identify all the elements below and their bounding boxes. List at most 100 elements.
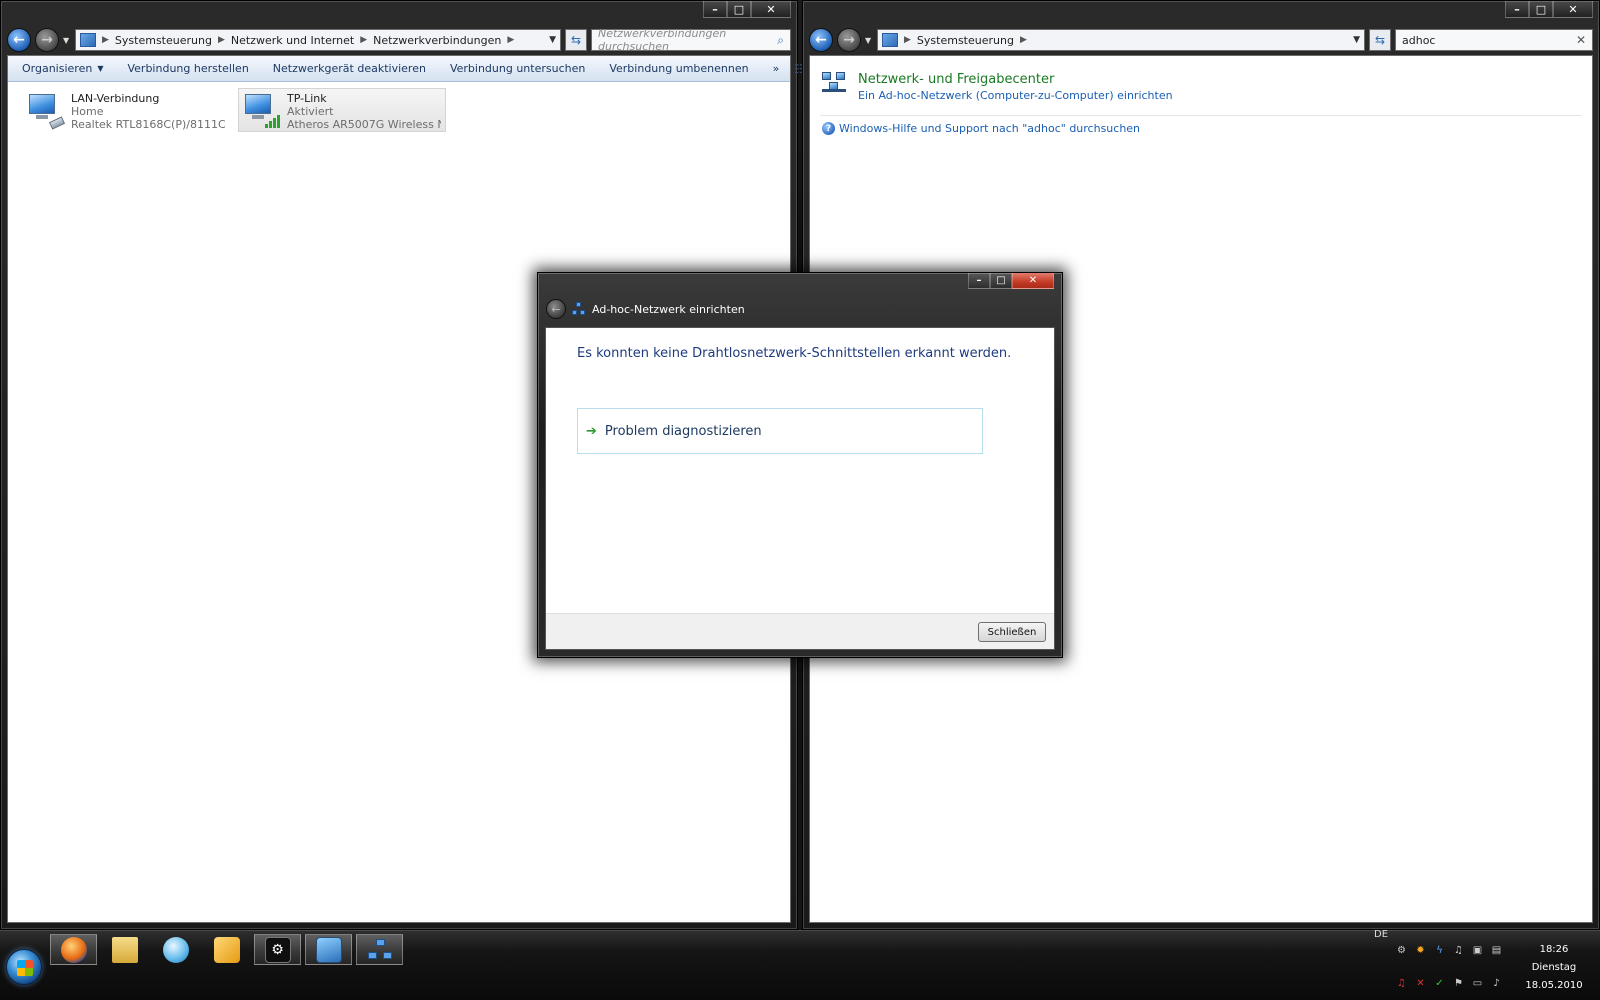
- refresh-button[interactable]: ⇆: [1369, 29, 1391, 51]
- minimize-button[interactable]: –: [968, 273, 990, 289]
- taskbar: ⚙ DE ⚙ ✹ ϟ ♫ ▣ ▤ ♫ ✕ ✓ ⚑ ▭ ♪ 18:26 Diens…: [0, 929, 1600, 1000]
- green-arrow-icon: ➔: [586, 423, 597, 439]
- taskbar-outlook[interactable]: [203, 934, 250, 965]
- close-button[interactable]: ✕: [751, 1, 791, 18]
- navigation-bar: ← → ▼ ▶ Systemsteuerung ▶ Netzwerk und I…: [7, 25, 791, 55]
- connect-button[interactable]: Verbindung herstellen: [115, 56, 260, 82]
- forward-arrow-icon: →: [41, 32, 53, 48]
- shield-tray-icon[interactable]: ✓: [1433, 977, 1446, 990]
- window-caption-buttons: – □ ✕: [1505, 1, 1593, 19]
- maximize-button[interactable]: □: [990, 273, 1012, 289]
- forward-button[interactable]: →: [837, 28, 861, 52]
- taskbar-control-panel[interactable]: [305, 934, 352, 965]
- control-panel-icon: [315, 936, 342, 963]
- address-dropdown-icon[interactable]: ▼: [549, 35, 556, 45]
- back-button[interactable]: ←: [7, 28, 31, 52]
- recent-pages-dropdown[interactable]: ▼: [865, 36, 873, 45]
- maximize-button[interactable]: □: [727, 1, 751, 18]
- connection-name: LAN-Verbindung: [71, 92, 160, 105]
- window-caption-buttons: – □ ✕: [703, 1, 791, 19]
- address-bar[interactable]: ▶ Systemsteuerung ▶ Netzwerk und Interne…: [75, 29, 561, 51]
- steam-tray-icon[interactable]: ⚙: [1395, 944, 1408, 957]
- refresh-button[interactable]: ⇆: [565, 29, 587, 51]
- forward-button[interactable]: →: [35, 28, 59, 52]
- breadcrumb-systemsteuerung[interactable]: Systemsteuerung: [917, 34, 1014, 47]
- breadcrumb-separator-icon: ▶: [102, 35, 109, 45]
- result-title-link[interactable]: Netzwerk- und Freigabecenter: [858, 72, 1173, 88]
- diagnose-connection-button[interactable]: Verbindung untersuchen: [438, 56, 597, 82]
- network-sharing-center-icon: [822, 72, 848, 98]
- command-bar: Organisieren ▼ Verbindung herstellen Netz…: [8, 56, 891, 82]
- breadcrumb-separator-icon: ▶: [1019, 35, 1027, 45]
- clock-time: 18:26: [1539, 944, 1569, 955]
- breadcrumb-separator-icon: ▶: [507, 35, 515, 45]
- back-arrow-icon: ←: [815, 32, 827, 48]
- adhoc-network-dialog: – □ ✕ ← Ad-hoc-Netzwerk einrichten Es ko…: [537, 272, 1063, 658]
- dialog-caption-buttons: – □ ✕: [968, 273, 1054, 291]
- outlook-icon: [213, 936, 240, 963]
- taskbar-itunes[interactable]: [152, 934, 199, 965]
- minimize-button[interactable]: –: [703, 1, 727, 18]
- volume-tray-icon[interactable]: ♪: [1490, 977, 1503, 990]
- taskbar-network[interactable]: [356, 934, 403, 965]
- device-tray-icon[interactable]: ▣: [1471, 944, 1484, 957]
- breadcrumb-netzwerk-und-internet[interactable]: Netzwerk und Internet: [231, 34, 354, 47]
- taskbar-steam[interactable]: ⚙: [254, 934, 301, 965]
- dialog-back-button[interactable]: ←: [546, 299, 566, 319]
- breadcrumb-systemsteuerung[interactable]: Systemsteuerung: [115, 34, 212, 47]
- minimize-button[interactable]: –: [1505, 1, 1529, 18]
- taskbar-apps: ⚙: [50, 934, 403, 965]
- address-bar[interactable]: ▶ Systemsteuerung ▶ ▼: [877, 29, 1365, 51]
- more-commands-button[interactable]: »: [761, 56, 792, 82]
- connection-lan[interactable]: LAN-Verbindung Home Realtek RTL8168C(P)/…: [22, 88, 230, 132]
- clear-search-icon[interactable]: ✕: [1576, 33, 1586, 47]
- network-icon: [367, 937, 393, 963]
- network-tray-icon[interactable]: ▭: [1471, 977, 1484, 990]
- start-button[interactable]: [6, 949, 42, 985]
- close-button[interactable]: ✕: [1012, 273, 1054, 289]
- back-arrow-icon: ←: [551, 302, 561, 316]
- connection-name: TP-Link: [287, 92, 327, 105]
- search-input[interactable]: adhoc ✕: [1395, 29, 1593, 51]
- flag-tray-icon[interactable]: ⚑: [1452, 977, 1465, 990]
- system-tray-row-2: ♫ ✕ ✓ ⚑ ▭ ♪: [1395, 977, 1503, 990]
- back-button[interactable]: ←: [809, 28, 833, 52]
- organize-menu[interactable]: Organisieren ▼: [16, 56, 115, 82]
- schliessen-button[interactable]: Schließen: [978, 622, 1046, 642]
- lightning-tray-icon[interactable]: ϟ: [1433, 944, 1446, 957]
- calendar-tray-icon[interactable]: ✕: [1414, 977, 1427, 990]
- recent-pages-dropdown[interactable]: ▼: [63, 36, 71, 45]
- maximize-button[interactable]: □: [1529, 1, 1553, 18]
- language-indicator[interactable]: DE: [1374, 929, 1388, 940]
- refresh-icon: ⇆: [1374, 33, 1386, 47]
- sun-tray-icon[interactable]: ✹: [1414, 944, 1427, 957]
- network-icon: [572, 302, 586, 316]
- control-panel-icon: [882, 33, 898, 47]
- search-icon[interactable]: ⌕: [777, 33, 784, 48]
- diagnose-problem-option[interactable]: ➔ Problem diagnostizieren: [577, 408, 983, 454]
- connection-tp-link[interactable]: TP-Link Aktiviert Atheros AR5007G Wirele…: [238, 88, 446, 132]
- music-tray-icon[interactable]: ♫: [1452, 944, 1465, 957]
- disable-device-button[interactable]: Netzwerkgerät deaktivieren: [261, 56, 438, 82]
- connection-device: Atheros AR5007G Wireless Netwo...: [287, 118, 441, 131]
- dialog-header: ← Ad-hoc-Netzwerk einrichten: [546, 297, 1054, 321]
- firefox-icon: [60, 936, 87, 963]
- headset-tray-icon[interactable]: ♫: [1395, 977, 1408, 990]
- back-arrow-icon: ←: [13, 32, 25, 48]
- monitor-tray-icon[interactable]: ▤: [1490, 944, 1503, 957]
- adhoc-setup-link[interactable]: Ein Ad-hoc-Netzwerk (Computer-zu-Compute…: [858, 88, 1173, 103]
- taskbar-explorer[interactable]: [101, 934, 148, 965]
- connection-status: Aktiviert: [287, 105, 334, 118]
- taskbar-firefox[interactable]: [50, 934, 97, 965]
- connection-device: Realtek RTL8168C(P)/8111C(P) Fa...: [71, 118, 225, 131]
- address-dropdown-icon[interactable]: ▼: [1353, 35, 1360, 45]
- breadcrumb-netzwerkverbindungen[interactable]: Netzwerkverbindungen: [373, 34, 501, 47]
- search-input[interactable]: Netzwerkverbindungen durchsuchen ⌕: [591, 27, 791, 53]
- clock[interactable]: 18:26 Dienstag 18.05.2010: [1514, 941, 1594, 995]
- close-button[interactable]: ✕: [1553, 1, 1593, 18]
- help-icon: ?: [822, 122, 835, 135]
- search-value: adhoc: [1402, 33, 1436, 47]
- help-search-link[interactable]: Windows-Hilfe und Support nach "adhoc" d…: [839, 122, 1140, 135]
- wired-network-icon: [27, 92, 66, 130]
- rename-connection-button[interactable]: Verbindung umbenennen: [597, 56, 760, 82]
